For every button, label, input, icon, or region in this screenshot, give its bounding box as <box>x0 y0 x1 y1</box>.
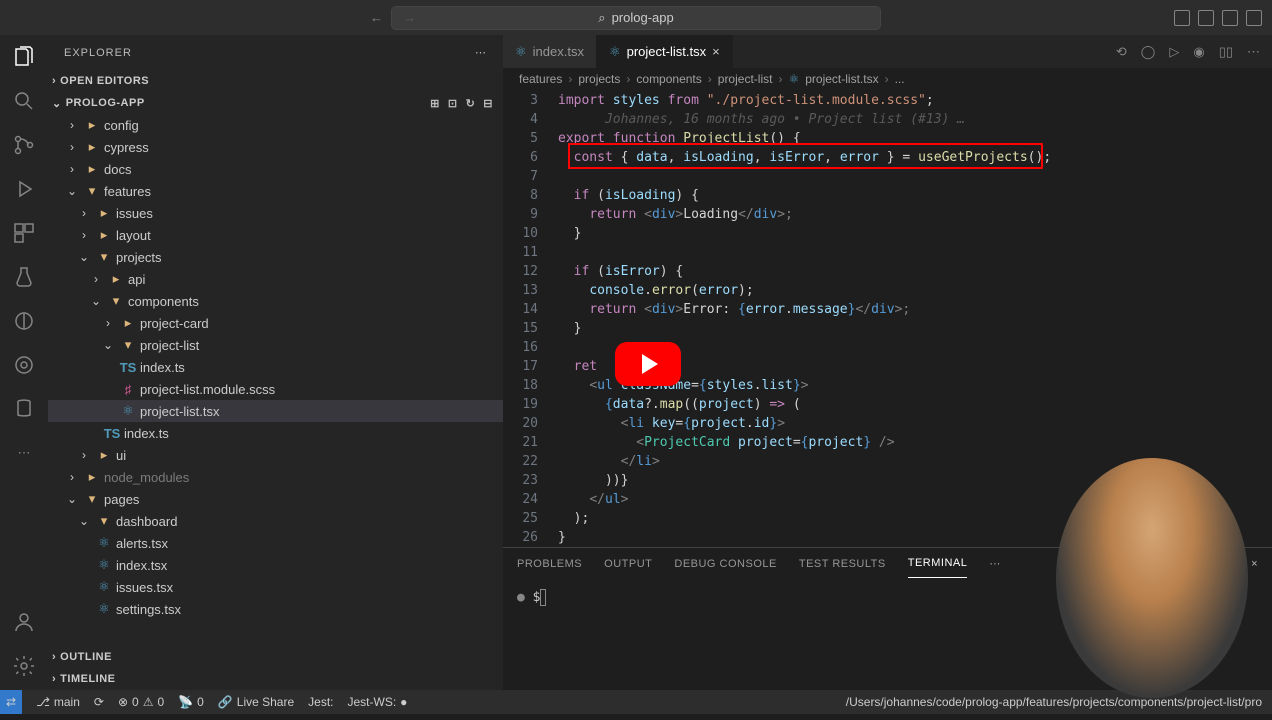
layout-customize-icon[interactable] <box>1246 10 1262 26</box>
scm-icon[interactable] <box>12 133 36 157</box>
liveshare-button[interactable]: 🔗 Live Share <box>218 695 294 709</box>
new-folder-icon[interactable]: ⊡ <box>448 97 458 110</box>
panel-close-icon[interactable]: × <box>1251 558 1258 570</box>
tree-folder[interactable]: ›▸docs <box>48 158 503 180</box>
tree-file[interactable]: ⚛settings.tsx <box>48 598 503 620</box>
settings-gear-icon[interactable] <box>12 654 36 678</box>
tree-folder[interactable]: ›▸node_modules <box>48 466 503 488</box>
timeline-section[interactable]: ›TIMELINE <box>48 668 503 690</box>
tab-index[interactable]: ⚛index.tsx <box>503 35 597 68</box>
tree-folder[interactable]: ›▸api <box>48 268 503 290</box>
problems-status[interactable]: ⊗ 0 ⚠ 0 <box>118 695 164 709</box>
ports-status[interactable]: 📡 0 <box>178 695 204 709</box>
activity-bar: ⋯ <box>0 35 48 690</box>
tab-more-icon[interactable]: ⋯ <box>1247 44 1260 60</box>
panel-tab-tests[interactable]: TEST RESULTS <box>799 550 886 578</box>
youtube-play-button[interactable] <box>615 342 681 386</box>
tree-file[interactable]: TSindex.ts <box>48 356 503 378</box>
search-activity-icon[interactable] <box>12 89 36 113</box>
panel-tab-debug[interactable]: DEBUG CONSOLE <box>674 550 776 578</box>
layout-sidebar-left-icon[interactable] <box>1174 10 1190 26</box>
tree-file[interactable]: ⚛issues.tsx <box>48 576 503 598</box>
tree-file[interactable]: ♯project-list.module.scss <box>48 378 503 400</box>
breadcrumb[interactable]: features› projects› components› project-… <box>503 68 1272 90</box>
tree-folder[interactable]: ⌄▾dashboard <box>48 510 503 532</box>
compass-icon[interactable]: ◉ <box>1193 44 1204 60</box>
refresh-icon[interactable]: ↻ <box>466 97 476 110</box>
editor-tabs: ⚛index.tsx ⚛project-list.tsx× ⟲ ◯ ▷ ◉ ▯▯… <box>503 35 1272 68</box>
sync-button[interactable]: ⟳ <box>94 695 104 709</box>
debug-icon[interactable] <box>12 177 36 201</box>
explorer-title: EXPLORER <box>64 47 132 59</box>
status-bar: ⇄ ⎇ main ⟳ ⊗ 0 ⚠ 0 📡 0 🔗 Live Share Jest… <box>0 690 1272 714</box>
titlebar: ← → ⌕ prolog-app <box>0 0 1272 35</box>
search-icon: ⌕ <box>598 10 605 26</box>
tab-close-icon[interactable]: × <box>712 44 720 59</box>
git-branch[interactable]: ⎇ main <box>36 695 80 709</box>
jest-status[interactable]: Jest: <box>308 695 333 709</box>
extensions-icon[interactable] <box>12 221 36 245</box>
tree-folder[interactable]: ⌄▾project-list <box>48 334 503 356</box>
tree-folder[interactable]: ›▸config <box>48 114 503 136</box>
collapse-icon[interactable]: ⊟ <box>483 97 493 110</box>
search-text: prolog-app <box>612 10 674 25</box>
open-editors-section[interactable]: ›OPEN EDITORS <box>48 70 503 92</box>
panel-tab-problems[interactable]: PROBLEMS <box>517 550 582 578</box>
tree-folder[interactable]: ⌄▾projects <box>48 246 503 268</box>
git-blame: Johannes, 16 months ago • Project list (… <box>605 112 965 127</box>
command-center[interactable]: ⌕ prolog-app <box>391 6 881 30</box>
jest-ws-status[interactable]: Jest-WS: ● <box>347 695 407 709</box>
run-icon[interactable]: ▷ <box>1169 44 1179 60</box>
tree-folder[interactable]: ›▸cypress <box>48 136 503 158</box>
layout-sidebar-right-icon[interactable] <box>1222 10 1238 26</box>
tree-file[interactable]: TSindex.ts <box>48 422 503 444</box>
account-icon[interactable] <box>12 610 36 634</box>
tree-file[interactable]: ⚛index.tsx <box>48 554 503 576</box>
tree-folder[interactable]: ›▸project-card <box>48 312 503 334</box>
go-back-icon[interactable]: ⟲ <box>1116 44 1127 60</box>
tab-project-list[interactable]: ⚛project-list.tsx× <box>597 35 733 68</box>
new-file-icon[interactable]: ⊞ <box>430 97 440 110</box>
panel-tab-output[interactable]: OUTPUT <box>604 550 652 578</box>
test-icon[interactable] <box>12 265 36 289</box>
tree-file[interactable]: ⚛alerts.tsx <box>48 532 503 554</box>
explorer-more-icon[interactable]: ⋯ <box>475 46 487 59</box>
nav-back-icon[interactable]: ← <box>370 10 383 25</box>
panel-tab-terminal[interactable]: TERMINAL <box>908 549 968 578</box>
layout-controls <box>1174 10 1262 26</box>
layout-panel-icon[interactable] <box>1198 10 1214 26</box>
more-icon[interactable]: ⋯ <box>12 441 36 465</box>
tree-folder[interactable]: ⌄▾components <box>48 290 503 312</box>
panel-more-icon[interactable]: ⋯ <box>989 549 1001 578</box>
file-path[interactable]: /Users/johannes/code/prolog-app/features… <box>846 695 1262 709</box>
db-icon[interactable] <box>12 397 36 421</box>
explorer-sidebar: EXPLORER ⋯ ›OPEN EDITORS ⌄PROLOG-APP ⊞ ⊡… <box>48 35 503 690</box>
tree-folder[interactable]: ›▸layout <box>48 224 503 246</box>
split-icon[interactable]: ▯▯ <box>1219 44 1233 60</box>
tree-folder[interactable]: ⌄▾features <box>48 180 503 202</box>
tree-folder[interactable]: ⌄▾pages <box>48 488 503 510</box>
outline-section[interactable]: ›OUTLINE <box>48 646 503 668</box>
nav-forward-icon[interactable]: → <box>403 10 416 25</box>
file-tree: ›▸config ›▸cypress ›▸docs ⌄▾features ›▸i… <box>48 114 503 646</box>
explorer-icon[interactable] <box>12 45 36 69</box>
tree-folder[interactable]: ›▸issues <box>48 202 503 224</box>
tree-file-active[interactable]: ⚛project-list.tsx <box>48 400 503 422</box>
tree-folder[interactable]: ›▸ui <box>48 444 503 466</box>
figma-icon[interactable] <box>12 309 36 333</box>
docker-icon[interactable] <box>12 353 36 377</box>
line-gutter: 3456789101112131415161718192021222324252… <box>503 91 558 547</box>
remote-button[interactable]: ⇄ <box>0 690 22 714</box>
diff-icon[interactable]: ◯ <box>1141 44 1156 60</box>
workspace-section[interactable]: ⌄PROLOG-APP ⊞ ⊡ ↻ ⊟ <box>48 92 503 114</box>
